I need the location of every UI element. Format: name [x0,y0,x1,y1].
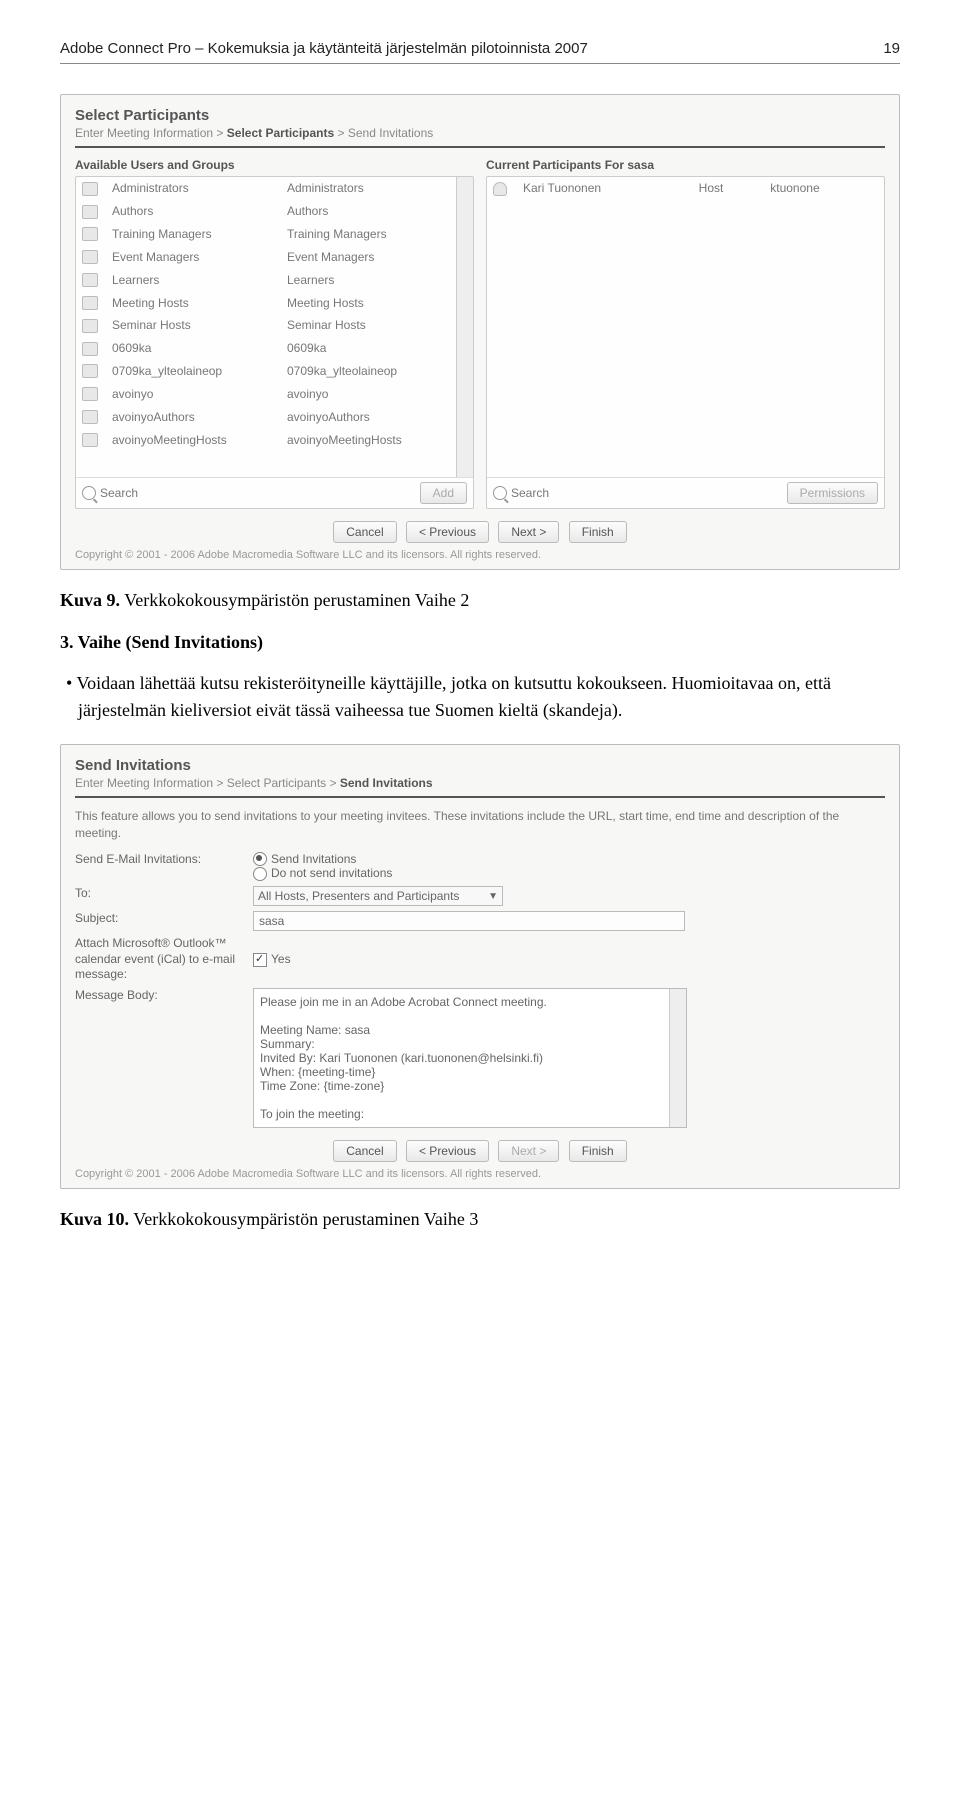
list-item[interactable]: avoinyoavoinyo [76,382,456,405]
available-users-pane: AdministratorsAdministrators AuthorsAuth… [75,176,474,509]
wizard-buttons: Cancel < Previous Next > Finish [75,521,885,543]
breadcrumb-step-3: Send Invitations [340,776,433,790]
group-icon [82,273,98,287]
breadcrumb: Enter Meeting Information > Select Parti… [75,776,885,790]
panel-title: Select Participants [75,107,885,124]
list-item[interactable]: avoinyoAuthorsavoinyoAuthors [76,405,456,428]
search-input[interactable]: Search [493,486,549,500]
next-button[interactable]: Next > [498,521,559,543]
group-icon [82,296,98,310]
copyright-text: Copyright © 2001 - 2006 Adobe Macromedia… [75,1168,885,1180]
scrollbar[interactable] [669,989,686,1127]
list-item[interactable]: AdministratorsAdministrators [76,177,456,200]
group-icon [82,319,98,333]
figure-caption-10: Kuva 10. Verkkokokousympäristön perustam… [60,1209,900,1230]
list-item[interactable]: Meeting HostsMeeting Hosts [76,291,456,314]
radio-send[interactable]: Send Invitations [253,852,885,867]
list-item[interactable]: avoinyoMeetingHostsavoinyoMeetingHosts [76,428,456,451]
intro-text: This feature allows you to send invitati… [75,808,885,842]
figure-caption-9: Kuva 9. Verkkokokousympäristön perustami… [60,590,900,611]
group-icon [82,250,98,264]
radio-icon [253,852,267,866]
person-icon [493,182,507,196]
cancel-button[interactable]: Cancel [333,1140,396,1162]
finish-button[interactable]: Finish [569,521,627,543]
search-input[interactable]: Search [82,486,138,500]
search-icon [82,486,96,500]
next-button: Next > [498,1140,559,1162]
list-item[interactable]: Training ManagersTraining Managers [76,223,456,246]
group-icon [82,227,98,241]
group-icon [82,205,98,219]
group-icon [82,433,98,447]
list-item[interactable]: LearnersLearners [76,268,456,291]
breadcrumb-step-3[interactable]: Send Invitations [348,126,433,140]
cancel-button[interactable]: Cancel [333,521,396,543]
previous-button[interactable]: < Previous [406,521,489,543]
group-icon [82,387,98,401]
previous-button[interactable]: < Previous [406,1140,489,1162]
list-item[interactable]: Kari Tuononen Host ktuonone [487,177,884,200]
available-users-heading: Available Users and Groups [75,158,474,172]
screenshot-send-invitations: Send Invitations Enter Meeting Informati… [60,744,900,1189]
chevron-down-icon: ▼ [488,891,498,902]
message-body-textarea[interactable]: Please join me in an Adobe Acrobat Conne… [253,988,687,1128]
current-participants-pane: Kari Tuononen Host ktuonone Search [486,176,885,509]
step3-title: 3. Vaihe (Send Invitations) [60,629,900,656]
breadcrumb: Enter Meeting Information > Select Parti… [75,126,885,140]
running-head: Adobe Connect Pro – Kokemuksia ja käytän… [60,40,900,64]
finish-button[interactable]: Finish [569,1140,627,1162]
subject-input[interactable]: sasa [253,911,685,931]
breadcrumb-step-2: Select Participants [227,126,334,140]
search-icon [493,486,507,500]
checkbox-icon [253,953,267,967]
breadcrumb-step-2[interactable]: Select Participants [227,776,326,790]
group-icon [82,364,98,378]
add-button[interactable]: Add [420,482,467,504]
current-participants-list: Kari Tuononen Host ktuonone [487,177,884,200]
current-participants-heading: Current Participants For sasa [486,158,885,172]
label-send-email: Send E-Mail Invitations: [75,852,253,882]
list-item[interactable]: Seminar HostsSeminar Hosts [76,314,456,337]
breadcrumb-step-1[interactable]: Enter Meeting Information [75,126,213,140]
attach-ical-checkbox[interactable]: Yes [253,952,291,966]
panel-title: Send Invitations [75,757,885,774]
list-item[interactable]: 0709ka_ylteolaineop0709ka_ylteolaineop [76,360,456,383]
list-item[interactable]: Event ManagersEvent Managers [76,245,456,268]
breadcrumb-step-1[interactable]: Enter Meeting Information [75,776,213,790]
wizard-buttons: Cancel < Previous Next > Finish [75,1140,885,1162]
list-item[interactable]: 0609ka0609ka [76,337,456,360]
label-message-body: Message Body: [75,988,253,1128]
permissions-button[interactable]: Permissions [787,482,878,504]
running-head-title: Adobe Connect Pro – Kokemuksia ja käytän… [60,40,588,57]
list-item[interactable]: AuthorsAuthors [76,200,456,223]
group-icon [82,410,98,424]
available-users-list: AdministratorsAdministrators AuthorsAuth… [76,177,456,451]
to-select[interactable]: All Hosts, Presenters and Participants ▼ [253,886,503,906]
group-icon [82,182,98,196]
running-head-page: 19 [883,40,900,57]
label-to: To: [75,886,253,906]
label-attach-ical: Attach Microsoft® Outlook™ calendar even… [75,936,253,983]
screenshot-select-participants: Select Participants Enter Meeting Inform… [60,94,900,570]
copyright-text: Copyright © 2001 - 2006 Adobe Macromedia… [75,549,885,561]
scrollbar[interactable] [456,177,473,477]
step3-bullet: Voidaan lähettää kutsu rekisteröityneill… [60,670,900,724]
radio-dont-send[interactable]: Do not send invitations [253,866,885,881]
label-subject: Subject: [75,911,253,931]
group-icon [82,342,98,356]
radio-icon [253,867,267,881]
